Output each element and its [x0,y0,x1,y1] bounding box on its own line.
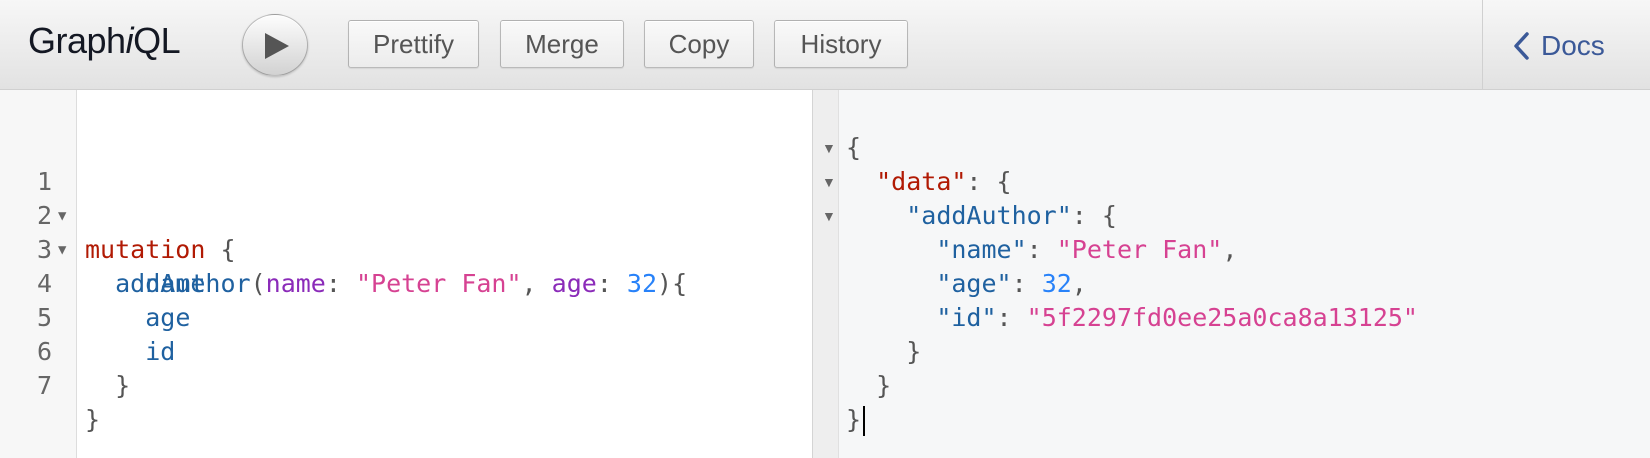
brace: } [846,405,862,434]
result-line: "addAuthor": { [846,199,1117,233]
punct: ){ [657,269,688,298]
punct: , [521,269,552,298]
argument-name: name [265,269,326,298]
json-key: "data" [876,167,967,196]
fold-arrow-icon[interactable]: ▼ [822,199,836,233]
punct: , [1071,269,1087,298]
text-cursor [863,406,866,436]
json-key: "addAuthor" [906,201,1072,230]
brace: } [906,337,922,366]
result-line: { [846,131,861,165]
docs-section: Docs [1482,0,1650,90]
query-line: 7 } [0,335,100,434]
result-line: } [846,369,891,403]
json-value: 32 [1041,269,1072,298]
brace: } [115,371,131,400]
json-value: "5f2297fd0ee25a0ca8a13125" [1026,303,1418,332]
json-key: "id" [936,303,997,332]
selection-field: name [145,269,206,298]
query-line: 3 name [0,199,206,298]
brace: { [205,235,236,264]
punct: ( [250,269,266,298]
docs-button[interactable]: Docs [1513,26,1605,66]
punct: : [1011,269,1042,298]
fold-arrow-icon[interactable]: ▼ [822,131,836,165]
title-suffix: QL [133,20,181,61]
punct: : [596,269,627,298]
mutation-keyword: mutation [85,235,206,264]
copy-button[interactable]: Copy [644,20,754,68]
argument-name: age [551,269,597,298]
query-line: 5 id [0,267,175,366]
selection-field: id [145,337,176,366]
app-title: GraphiQL [28,20,181,62]
brace: } [85,405,101,434]
brace: { [846,133,862,162]
json-value: "Peter Fan" [1056,235,1223,264]
query-line: 2 ▼ addAuthor(name: "Peter Fan", age: 32… [0,165,687,298]
selection-field: age [145,303,191,332]
argument-value: "Peter Fan" [355,269,522,298]
result-line: } [846,403,866,437]
docs-label: Docs [1541,30,1605,61]
line-number: 7 [36,371,52,400]
prettify-button[interactable]: Prettify [348,20,479,68]
argument-value: 32 [626,269,658,298]
result-line: } [846,335,921,369]
brace: } [876,371,892,400]
merge-button[interactable]: Merge [500,20,624,68]
title-italic: i [125,20,134,61]
result-line: "name": "Peter Fan", [846,233,1237,267]
punct: : [1026,235,1057,264]
result-line: "age": 32, [846,267,1087,301]
history-button[interactable]: History [774,20,908,68]
chevron-left-icon [1514,32,1529,60]
result-line: "id": "5f2297fd0ee25a0ca8a13125" [846,301,1418,335]
fold-arrow-icon[interactable]: ▼ [822,165,836,199]
query-line: 1 ▼ mutation { [0,131,236,264]
punct: : [996,303,1027,332]
punct: : { [1071,201,1117,230]
json-key: "name" [936,235,1027,264]
execute-query-button[interactable] [242,14,308,76]
punct: , [1222,235,1238,264]
query-line: 4 age [0,233,190,332]
punct: : { [966,167,1012,196]
toolbar: GraphiQL Prettify Merge Copy History Doc… [0,0,1650,90]
play-icon [265,33,289,59]
fold-arrow-icon[interactable]: ▼ [58,233,66,267]
result-line: "data": { [846,165,1012,199]
fold-arrow-icon[interactable]: ▼ [58,199,66,233]
title-prefix: Graph [28,20,126,61]
query-line: 6 } [0,301,130,400]
punct: : [325,269,356,298]
json-key: "age" [936,269,1012,298]
